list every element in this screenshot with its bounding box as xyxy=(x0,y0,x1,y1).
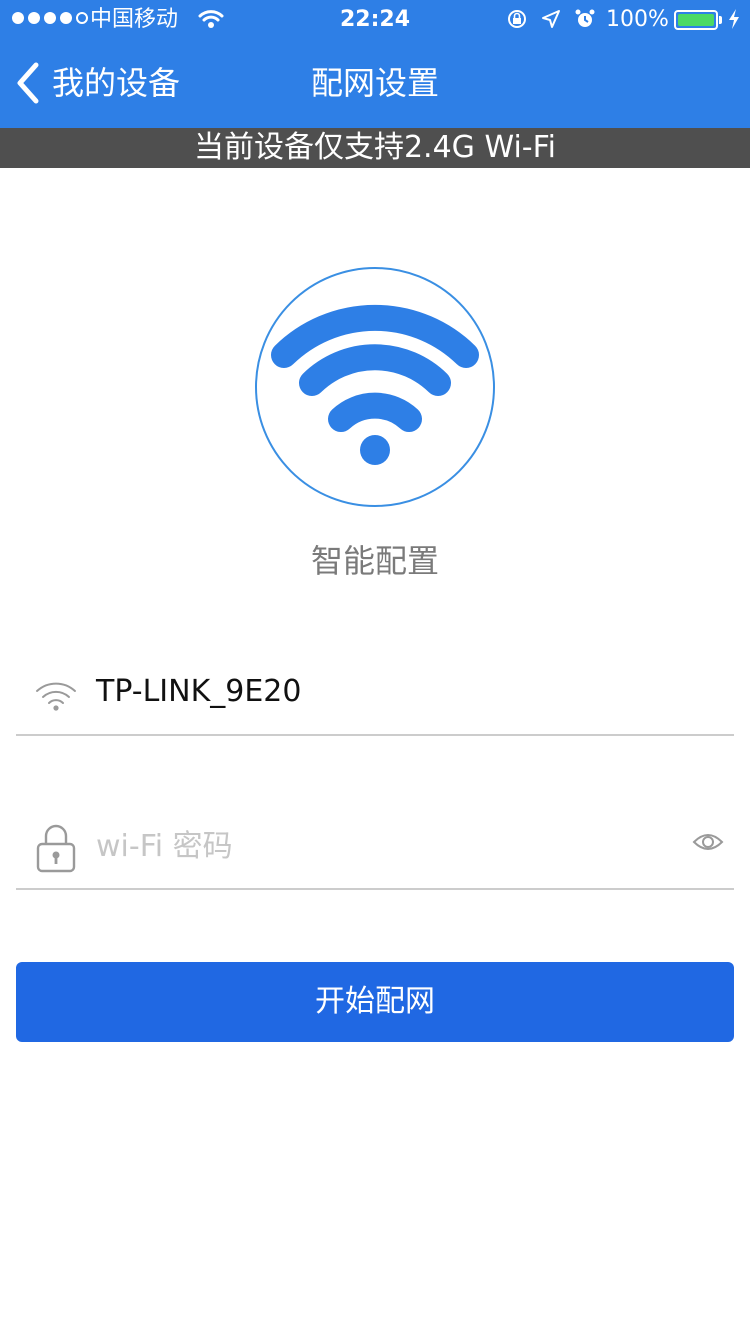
wifi-icon xyxy=(271,304,479,465)
wifi-icon xyxy=(36,682,76,711)
nav-bar: 我的设备 配网设置 xyxy=(0,40,750,128)
ssid-value: TP-LINK_9E20 xyxy=(96,674,302,709)
top-bar: 中国移动 22:24 100% 我的设备 配网设置 xyxy=(0,0,750,128)
page-title: 配网设置 xyxy=(310,64,439,102)
lock-icon xyxy=(36,824,76,873)
alarm-icon xyxy=(575,9,595,27)
smart-config-button[interactable] xyxy=(255,267,495,507)
start-config-button[interactable]: 开始配网 xyxy=(16,962,734,1042)
location-icon xyxy=(542,10,560,28)
password-field[interactable] xyxy=(16,810,734,890)
battery-icon xyxy=(674,10,718,30)
battery-percent: 100% xyxy=(606,7,669,32)
smart-config-label: 智能配置 xyxy=(310,542,439,580)
eye-icon[interactable] xyxy=(692,830,724,854)
rotation-lock-icon xyxy=(508,10,526,28)
network-setup-screen: 中国移动 22:24 100% 我的设备 配网设置 当前设备仅支持2.4G Wi… xyxy=(0,0,750,1334)
charging-icon xyxy=(729,9,739,29)
notice-banner: 当前设备仅支持2.4G Wi-Fi xyxy=(0,128,750,168)
status-bar: 中国移动 22:24 100% xyxy=(0,0,750,40)
status-icons xyxy=(506,8,596,30)
battery-cap xyxy=(719,16,722,24)
ssid-field[interactable]: TP-LINK_9E20 xyxy=(16,656,734,736)
password-input[interactable] xyxy=(96,824,656,868)
